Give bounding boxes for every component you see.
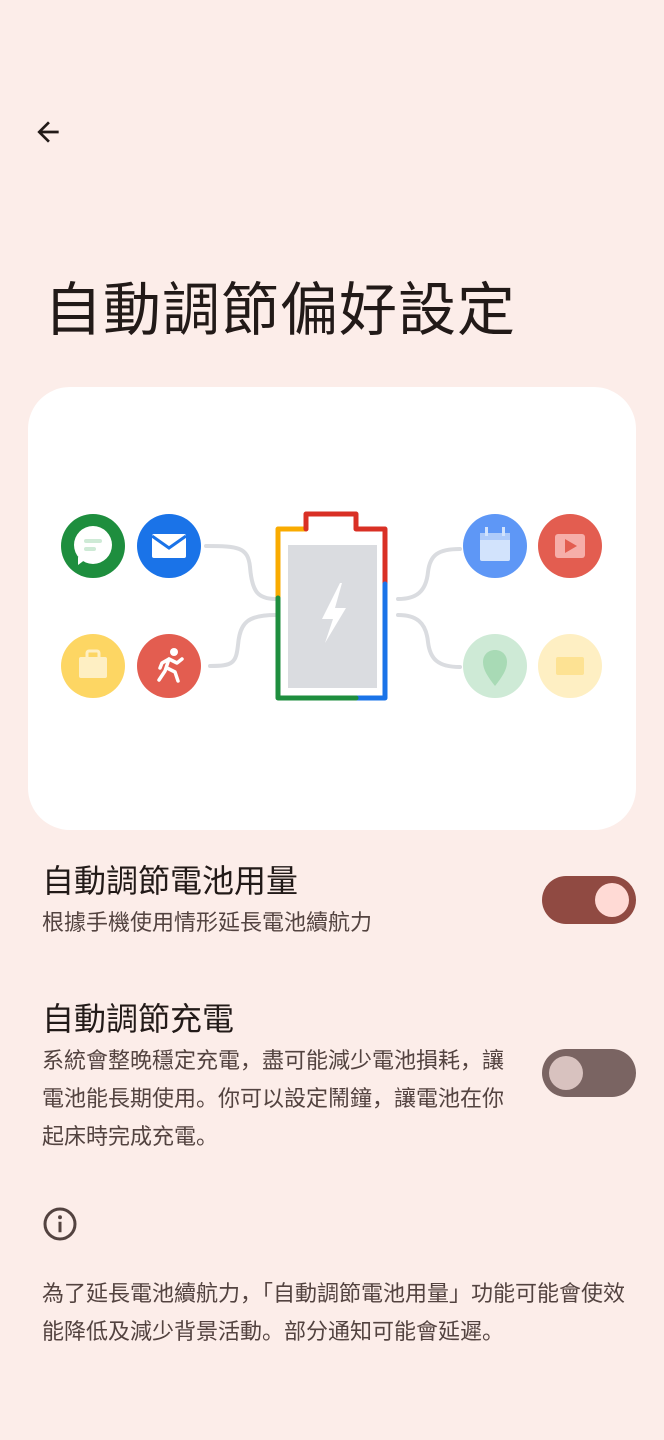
adaptive-battery-title: 自動調節電池用量 <box>42 862 299 900</box>
email-icon <box>137 514 201 578</box>
messages-icon <box>61 514 125 578</box>
toggle-thumb <box>549 1056 583 1090</box>
adaptive-battery-summary: 根據手機使用情形延長電池續航力 <box>42 911 373 936</box>
adaptive-charging-toggle[interactable] <box>542 1049 636 1097</box>
running-icon <box>137 634 201 698</box>
briefcase-icon <box>61 634 125 698</box>
adaptive-battery-toggle[interactable] <box>542 876 636 924</box>
calendar-icon <box>463 514 527 578</box>
toggle-thumb <box>595 883 629 917</box>
adaptive-illustration <box>28 387 636 830</box>
adaptive-charging-summary: 系統會整晚穩定充電，盡可能減少電池損耗，讓電池能長期使用。你可以設定鬧鐘，讓電池… <box>42 1049 505 1150</box>
location-icon <box>463 634 527 698</box>
adaptive-charging-title: 自動調節充電 <box>42 1000 235 1038</box>
envelope-icon <box>538 634 602 698</box>
footer-info-text: 為了延長電池續航力，「自動調節電池用量」功能可能會使效能降低及減少背景活動。部分… <box>42 1282 626 1345</box>
back-button[interactable] <box>24 108 72 156</box>
arrow-back-icon <box>37 121 59 143</box>
page-title: 自動調節偏好設定 <box>44 276 517 344</box>
info-icon <box>43 1207 77 1241</box>
video-icon <box>538 514 602 578</box>
